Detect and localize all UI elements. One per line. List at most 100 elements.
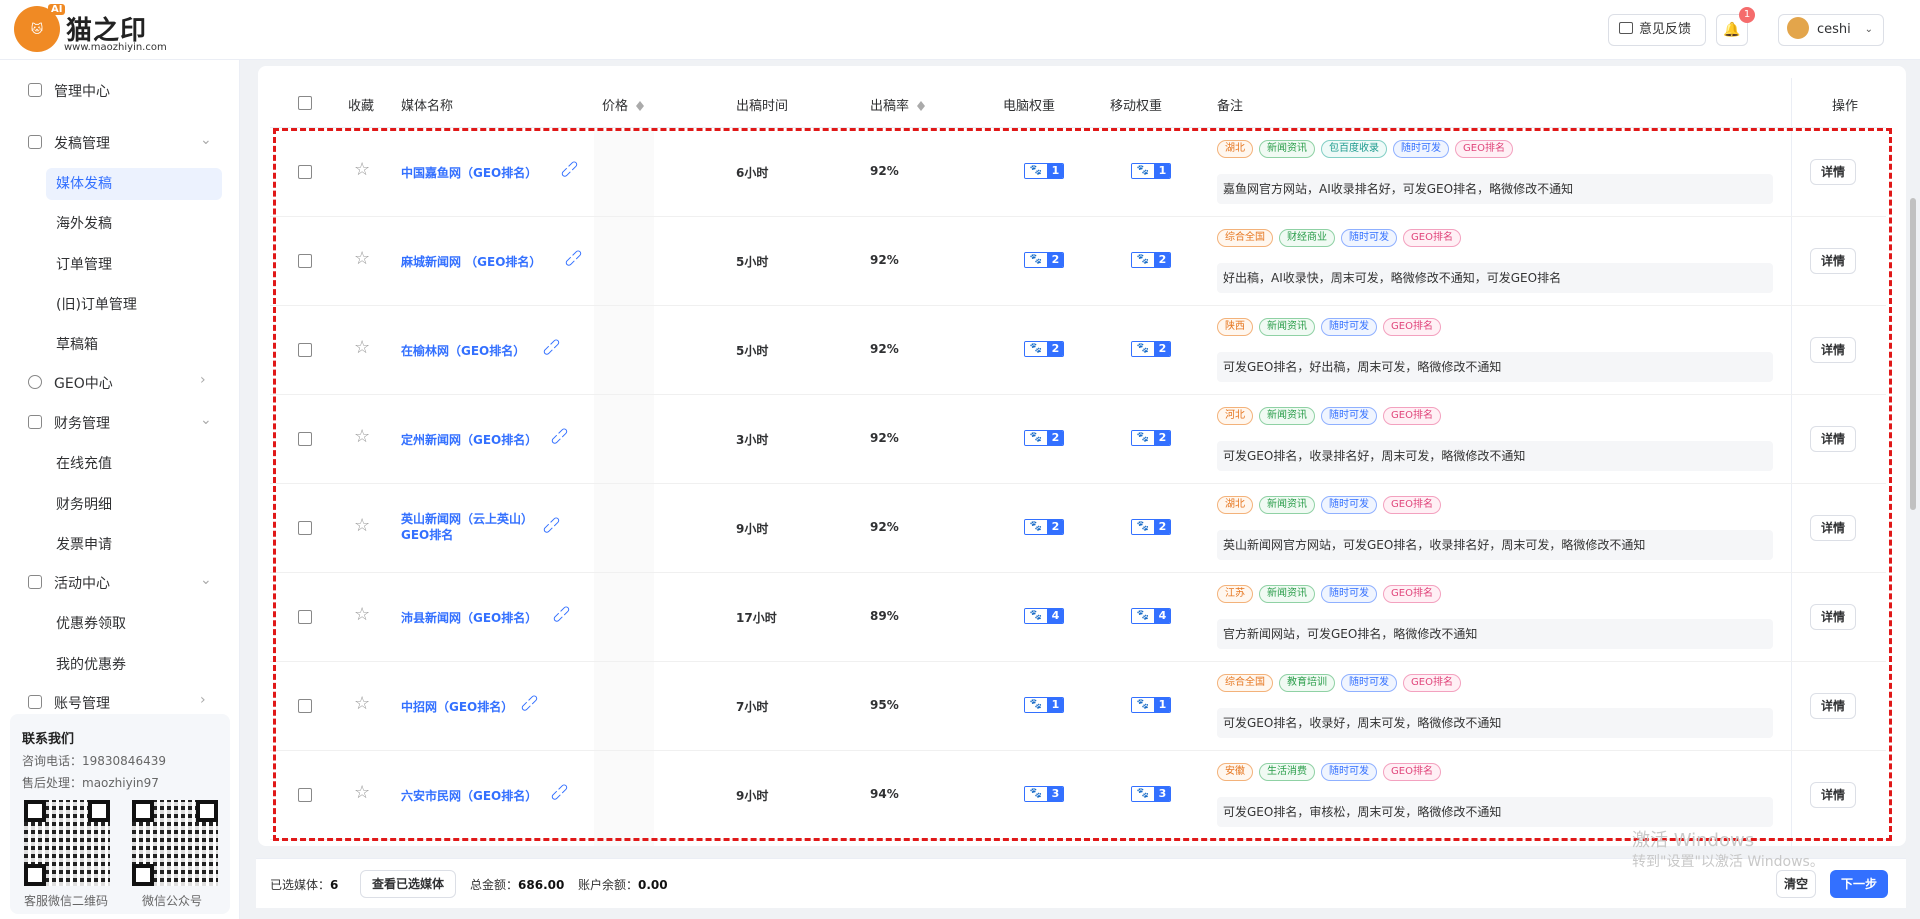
- total-label: 总金额：: [470, 878, 519, 892]
- star-icon[interactable]: ☆: [354, 604, 370, 625]
- detail-button[interactable]: 详情: [1810, 337, 1856, 363]
- star-icon[interactable]: ☆: [354, 782, 370, 803]
- detail-button[interactable]: 详情: [1810, 515, 1856, 541]
- sidebar-item-order-manage[interactable]: 订单管理: [46, 249, 222, 281]
- account-icon: [28, 695, 42, 709]
- tag: GEO排名: [1383, 496, 1441, 514]
- sidebar-item-my-coupons[interactable]: 我的优惠券: [46, 649, 222, 681]
- paw-icon: 🐾: [1132, 431, 1154, 445]
- detail-button[interactable]: 详情: [1810, 159, 1856, 185]
- sidebar-item-coupon-claim[interactable]: 优惠券领取: [46, 608, 222, 640]
- link-icon[interactable]: ⊂⊃: [561, 245, 587, 271]
- logo[interactable]: 🐱 AI 猫之印 www.maozhiyin.com: [14, 4, 184, 56]
- mobile-weight-badge: 🐾 2: [1131, 252, 1171, 268]
- sidebar-item-overseas-publish[interactable]: 海外发稿: [46, 208, 222, 240]
- tag: 新闻资讯: [1259, 318, 1315, 336]
- mobile-weight-value: 2: [1154, 520, 1170, 534]
- sort-icon[interactable]: [636, 97, 645, 113]
- col-pc-weight: 电脑权重: [1003, 99, 1056, 114]
- select-all-checkbox[interactable]: [298, 96, 312, 110]
- sort-icon[interactable]: [917, 97, 926, 113]
- tag: 随时可发: [1321, 496, 1377, 514]
- row-checkbox[interactable]: [298, 788, 312, 802]
- detail-button[interactable]: 详情: [1810, 693, 1856, 719]
- row-checkbox[interactable]: [298, 432, 312, 446]
- notification-button[interactable]: 🔔 1: [1716, 7, 1755, 46]
- publish-rate: 92%: [870, 520, 899, 534]
- clear-button[interactable]: 清空: [1776, 870, 1816, 898]
- row-checkbox[interactable]: [298, 521, 312, 535]
- feedback-button[interactable]: 意见反馈: [1608, 14, 1706, 46]
- publish-rate: 95%: [870, 698, 899, 712]
- star-icon[interactable]: ☆: [354, 515, 370, 536]
- row-checkbox[interactable]: [298, 699, 312, 713]
- row-checkbox[interactable]: [298, 343, 312, 357]
- sidebar-item-drafts[interactable]: 草稿箱: [46, 329, 222, 361]
- sidebar-item-finance-detail[interactable]: 财务明细: [46, 489, 222, 521]
- nav-label: 管理中心: [54, 84, 110, 100]
- row-checkbox[interactable]: [298, 610, 312, 624]
- publish-time: 6小时: [736, 166, 769, 180]
- col-note: 备注: [1217, 99, 1244, 114]
- col-operation: 操作: [1832, 99, 1859, 114]
- mobile-weight-badge: 🐾 1: [1131, 697, 1171, 713]
- tag: 财经商业: [1279, 229, 1335, 247]
- row-checkbox[interactable]: [298, 254, 312, 268]
- contact-title: 联系我们: [22, 732, 75, 747]
- contact-panel: 联系我们 咨询电话：19830846439 售后处理：maozhiyin97 客…: [10, 714, 230, 914]
- table-row: ☆ 中国嘉鱼网（GEO排名） ⊂⊃ 6小时 92% 🐾 1 🐾 1 湖北 新闻资讯 包百度收录 随时可发…: [270, 128, 1886, 217]
- user-menu[interactable]: ceshi ⌄: [1778, 14, 1884, 46]
- star-icon[interactable]: ☆: [354, 248, 370, 269]
- pc-weight-badge: 🐾 2: [1024, 519, 1064, 535]
- logo-url: www.maozhiyin.com: [64, 42, 167, 53]
- selected-label: 已选媒体：: [270, 878, 331, 892]
- star-icon[interactable]: ☆: [354, 337, 370, 358]
- account-balance: 账户余额：0.00: [578, 876, 668, 893]
- tag: 新闻资讯: [1259, 585, 1315, 603]
- sidebar-item-invoice-apply[interactable]: 发票申请: [46, 529, 222, 561]
- col-price[interactable]: 价格: [602, 95, 645, 114]
- wallet-icon: [28, 415, 42, 429]
- note-text: 英山新闻网官方网站，可发GEO排名，收录排名好，周末可发，略微修改不通知: [1217, 530, 1773, 560]
- col-rate[interactable]: 出稿率: [870, 95, 926, 114]
- nav-label: GEO中心: [54, 376, 113, 392]
- media-name-link[interactable]: 在榆林网（GEO排名）: [401, 342, 561, 359]
- star-icon[interactable]: ☆: [354, 693, 370, 714]
- tag: 随时可发: [1321, 318, 1377, 336]
- media-name-link[interactable]: 定州新闻网（GEO排名）: [401, 431, 561, 448]
- scrollbar-thumb[interactable]: [1910, 198, 1916, 510]
- paw-icon: 🐾: [1132, 787, 1154, 801]
- star-icon[interactable]: ☆: [354, 159, 370, 180]
- tag: 湖北: [1217, 140, 1253, 158]
- paw-icon: 🐾: [1132, 520, 1154, 534]
- pc-weight-value: 2: [1047, 253, 1063, 267]
- sidebar-item-old-order-manage[interactable]: (旧)订单管理: [46, 289, 222, 321]
- star-icon[interactable]: ☆: [354, 426, 370, 447]
- row-checkbox[interactable]: [298, 165, 312, 179]
- paw-icon: 🐾: [1025, 787, 1047, 801]
- tag: GEO排名: [1403, 674, 1461, 692]
- detail-button[interactable]: 详情: [1810, 782, 1856, 808]
- media-name-link[interactable]: 中国嘉鱼网（GEO排名）: [401, 164, 561, 181]
- chevron-down-icon: ⌄: [1864, 24, 1873, 35]
- calendar-icon: [28, 575, 42, 589]
- pc-weight-value: 1: [1047, 164, 1063, 178]
- table-row: ☆ 沛县新闻网（GEO排名） ⊂⊃ 17小时 89% 🐾 4 🐾 4 江苏 新闻资讯 随时可发 GEO排…: [270, 573, 1886, 662]
- media-name-link[interactable]: 沛县新闻网（GEO排名）: [401, 609, 561, 626]
- detail-button[interactable]: 详情: [1810, 248, 1856, 274]
- next-step-button[interactable]: 下一步: [1830, 870, 1888, 898]
- detail-button[interactable]: 详情: [1810, 604, 1856, 630]
- view-selected-button[interactable]: 查看已选媒体: [360, 870, 456, 898]
- selected-media-count: 已选媒体：6: [270, 876, 338, 893]
- media-name-link[interactable]: 英山新闻网（云上英山）GEO排名: [401, 511, 561, 543]
- total-value: 686.00: [518, 878, 565, 892]
- detail-button[interactable]: 详情: [1810, 426, 1856, 452]
- sidebar-item-media-publish[interactable]: 媒体发稿: [46, 168, 222, 200]
- tag: 包百度收录: [1321, 140, 1387, 158]
- paw-icon: 🐾: [1025, 609, 1047, 623]
- sidebar-item-online-recharge[interactable]: 在线充值: [46, 448, 222, 480]
- media-name-link[interactable]: 六安市民网（GEO排名）: [401, 787, 561, 804]
- media-name-link[interactable]: 麻城新闻网 （GEO排名）: [401, 253, 561, 270]
- col-mobile-weight: 移动权重: [1110, 99, 1163, 114]
- publish-rate: 92%: [870, 431, 899, 445]
